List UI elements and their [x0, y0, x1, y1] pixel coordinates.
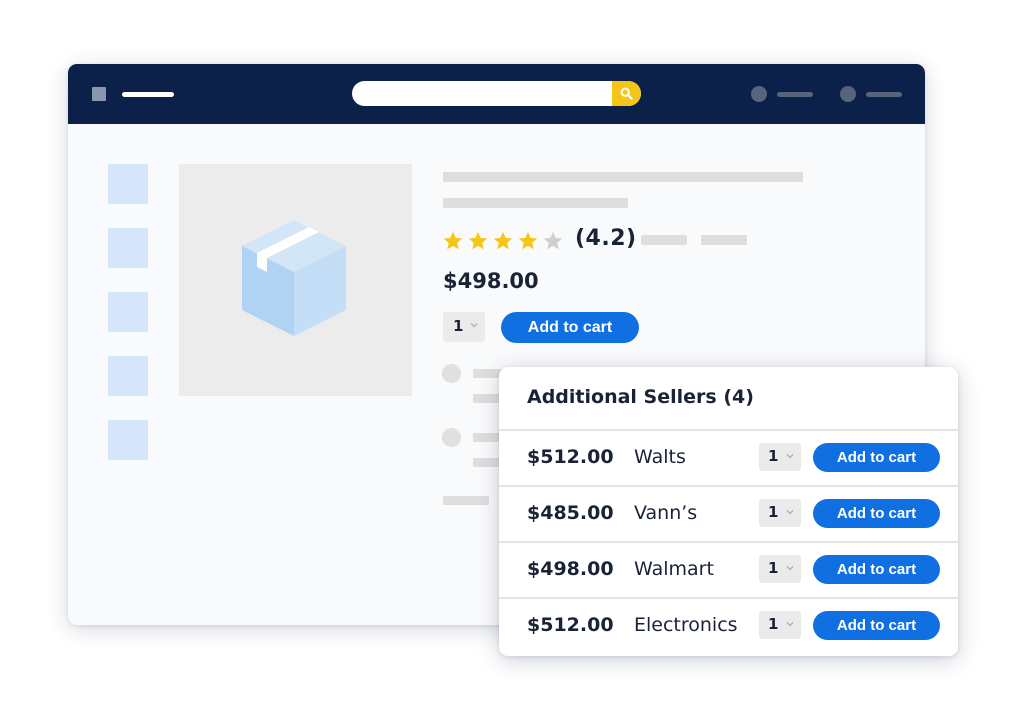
search-icon [620, 87, 633, 100]
seller-name[interactable]: Vann’s [634, 502, 697, 524]
stage: (4.2) $498.00 1 Add to cart Additional S… [0, 0, 1024, 720]
seller-price: $512.00 [527, 446, 614, 468]
thumbnail-5[interactable] [108, 420, 148, 460]
sellers-count: (4) [723, 386, 754, 408]
review-count-placeholder [641, 235, 687, 245]
quantity-value: 1 [768, 615, 779, 633]
bullet-icon [442, 428, 461, 447]
seller-price: $485.00 [527, 502, 614, 524]
thumbnail-4[interactable] [108, 356, 148, 396]
bullet-icon [442, 364, 461, 383]
star-icon [443, 231, 463, 250]
quantity-select[interactable]: 1 [759, 499, 801, 527]
seller-row: $512.00 Walts 1 Add to cart [499, 429, 958, 485]
star-outline-icon [543, 231, 563, 250]
account-link-placeholder[interactable] [777, 92, 813, 97]
chevron-down-icon [786, 509, 794, 515]
product-subtitle-placeholder [443, 198, 628, 208]
top-navigation-bar [68, 64, 925, 124]
package-box-icon [242, 220, 346, 336]
additional-sellers-title: Additional Sellers (4) [527, 386, 754, 408]
quantity-value: 1 [453, 317, 464, 335]
quantity-select[interactable]: 1 [759, 555, 801, 583]
rating-value: (4.2) [575, 226, 637, 251]
search-button[interactable] [612, 81, 641, 106]
product-title-placeholder [443, 172, 803, 182]
seller-row: $498.00 Walmart 1 Add to cart [499, 541, 958, 597]
add-to-cart-button[interactable]: Add to cart [813, 443, 940, 472]
thumbnail-1[interactable] [108, 164, 148, 204]
add-to-cart-button[interactable]: Add to cart [813, 611, 940, 640]
account-icon[interactable] [751, 86, 767, 102]
review-link-placeholder [701, 235, 747, 245]
seller-name[interactable]: Walmart [634, 558, 714, 580]
add-to-cart-button[interactable]: Add to cart [813, 499, 940, 528]
quantity-select[interactable]: 1 [759, 443, 801, 471]
quantity-value: 1 [768, 503, 779, 521]
app-logo-icon[interactable] [92, 87, 106, 101]
seller-row: $485.00 Vann’s 1 Add to cart [499, 485, 958, 541]
chevron-down-icon [786, 565, 794, 571]
cart-link-placeholder[interactable] [866, 92, 902, 97]
quantity-select[interactable]: 1 [443, 312, 485, 342]
additional-sellers-panel: Additional Sellers (4) $512.00 Walts 1 A… [499, 367, 958, 656]
quantity-value: 1 [768, 447, 779, 465]
add-to-cart-button[interactable]: Add to cart [813, 555, 940, 584]
chevron-down-icon [786, 621, 794, 627]
star-icon [493, 231, 513, 250]
product-price: $498.00 [443, 269, 539, 293]
sellers-title-text: Additional Sellers [527, 386, 717, 408]
thumbnail-3[interactable] [108, 292, 148, 332]
seller-row: $512.00 Electronics 1 Add to cart [499, 597, 958, 653]
detail-line-placeholder [443, 496, 489, 505]
quantity-select[interactable]: 1 [759, 611, 801, 639]
quantity-value: 1 [768, 559, 779, 577]
app-title-placeholder [122, 92, 174, 97]
seller-name[interactable]: Electronics [634, 614, 738, 636]
search-input[interactable] [352, 81, 641, 106]
star-icon [468, 231, 488, 250]
chevron-down-icon [470, 322, 478, 328]
add-to-cart-button[interactable]: Add to cart [501, 312, 639, 343]
rating-stars [442, 230, 564, 252]
seller-price: $512.00 [527, 614, 614, 636]
product-image [179, 164, 412, 396]
thumbnail-2[interactable] [108, 228, 148, 268]
chevron-down-icon [786, 453, 794, 459]
star-icon [518, 231, 538, 250]
cart-icon[interactable] [840, 86, 856, 102]
seller-name[interactable]: Walts [634, 446, 686, 468]
seller-price: $498.00 [527, 558, 614, 580]
